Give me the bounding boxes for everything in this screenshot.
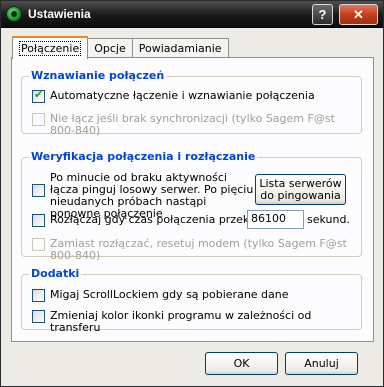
group-resume-title: Wznawianie połączeń	[29, 69, 167, 82]
disconnect-seconds-input[interactable]: 86100	[247, 210, 304, 229]
tab-notifications-label: Powiadamianie	[138, 42, 222, 55]
settings-window: Ustawienia ? ✕ Połączenie Opcje Powiadam…	[0, 0, 384, 387]
help-button[interactable]: ?	[312, 4, 333, 25]
auto-reconnect-label: Automatyczne łączenie i wznawianie połąc…	[50, 89, 315, 102]
tab-options[interactable]: Opcje	[87, 38, 133, 58]
disconnect-after-label: Rozłączaj gdy czas połączenia przekroczy	[50, 213, 279, 226]
scroll-lock-label: Migaj ScrollLockiem gdy są pobierane dan…	[50, 288, 289, 301]
auto-reconnect-checkbox[interactable]	[32, 88, 45, 103]
icon-color-row[interactable]: Zmieniaj kolor ikonki programu w zależno…	[32, 310, 361, 334]
auto-reconnect-row[interactable]: Automatyczne łączenie i wznawianie połąc…	[32, 88, 315, 103]
tab-connection[interactable]: Połączenie	[12, 36, 89, 59]
disconnect-after-row[interactable]: Rozłączaj gdy czas połączenia przekroczy	[32, 214, 279, 227]
tab-connection-label: Połączenie	[19, 41, 82, 56]
reset-modem-checkbox	[32, 238, 45, 251]
group-verify-connection: Weryfikacja połączenia i rozłączanie Po …	[21, 150, 362, 262]
reset-modem-label: Zamiast rozłączać, resetuj modem (tylko …	[50, 237, 347, 262]
ping-check-checkbox[interactable]	[32, 184, 45, 197]
tab-options-label: Opcje	[94, 42, 126, 55]
group-resume-connections: Wznawianie połączeń Automatyczne łączeni…	[21, 69, 362, 137]
icon-color-label: Zmieniaj kolor ikonki programu w zależno…	[50, 309, 312, 334]
tab-panel-connection: Wznawianie połączeń Automatyczne łączeni…	[11, 57, 374, 342]
window-title: Ustawienia	[28, 7, 91, 21]
scroll-lock-checkbox[interactable]	[32, 289, 45, 302]
server-list-button[interactable]: Lista serwerów do pingowania	[255, 174, 346, 205]
group-extras: Dodatki Migaj ScrollLockiem gdy są pobie…	[21, 267, 362, 334]
reset-modem-row: Zamiast rozłączać, resetuj modem (tylko …	[32, 238, 361, 262]
group-extras-title: Dodatki	[29, 267, 82, 280]
tab-notifications[interactable]: Powiadamianie	[131, 38, 229, 58]
disconnect-after-checkbox[interactable]	[32, 214, 45, 227]
tab-strip: Połączenie Opcje Powiadamianie	[12, 36, 229, 59]
no-connect-sync-row: Nie łącz jeśli brak synchronizacji (tylk…	[32, 113, 361, 137]
scroll-lock-row[interactable]: Migaj ScrollLockiem gdy są pobierane dan…	[32, 289, 289, 302]
disconnect-unit-label: sekund.	[307, 213, 350, 226]
app-icon	[6, 6, 22, 22]
group-verify-title: Weryfikacja połączenia i rozłączanie	[29, 150, 258, 163]
close-button[interactable]: ✕	[339, 4, 378, 25]
no-connect-sync-checkbox	[32, 113, 45, 126]
cancel-button[interactable]: Anuluj	[285, 352, 358, 375]
no-connect-sync-label: Nie łącz jeśli brak synchronizacji (tylk…	[50, 112, 335, 137]
icon-color-checkbox[interactable]	[32, 310, 45, 323]
ok-button[interactable]: OK	[205, 352, 278, 375]
title-bar[interactable]: Ustawienia ? ✕	[1, 1, 383, 28]
